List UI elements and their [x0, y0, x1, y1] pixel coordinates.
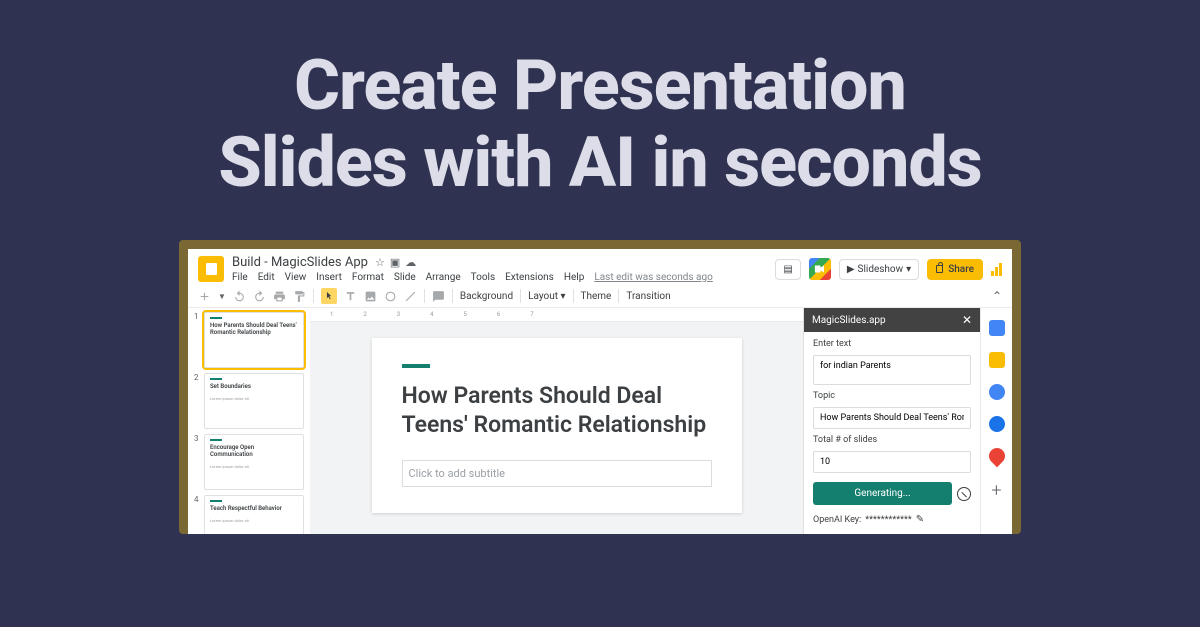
horizontal-ruler: 1234567 [310, 308, 803, 322]
openai-key-value: ************ [865, 515, 912, 525]
theme-button[interactable]: Theme [581, 291, 612, 302]
line-icon[interactable] [404, 290, 417, 303]
cloud-icon[interactable]: ☁ [405, 256, 416, 269]
print-icon[interactable] [273, 290, 286, 303]
close-icon[interactable]: ✕ [962, 313, 972, 327]
thumbnail-item[interactable]: 4 Teach Respectful BehaviorLorem ipsum d… [194, 495, 304, 534]
analytics-icon[interactable] [991, 263, 1002, 276]
side-panel-rail: + [980, 308, 1012, 534]
enter-text-input[interactable]: <!-- populated below --> [813, 355, 971, 385]
plus-icon[interactable] [198, 290, 211, 303]
menu-slide[interactable]: Slide [394, 272, 416, 283]
menu-tools[interactable]: Tools [471, 272, 495, 283]
slides-logo-icon[interactable] [198, 256, 224, 282]
history-icon[interactable] [957, 487, 971, 501]
share-button[interactable]: Share [927, 259, 983, 280]
calendar-icon[interactable] [989, 320, 1005, 336]
menu-format[interactable]: Format [352, 272, 384, 283]
transition-button[interactable]: Transition [626, 291, 670, 302]
thumbnail-panel: 1 How Parents Should Deal Teens' Romanti… [188, 308, 310, 534]
slide-accent-bar [402, 364, 430, 368]
slideshow-button[interactable]: ▶ Slideshow ▾ [839, 259, 919, 280]
generate-button[interactable]: Generating... [813, 482, 952, 505]
add-addon-icon[interactable]: + [991, 480, 1001, 501]
star-icon[interactable]: ☆ [375, 256, 385, 269]
titlebar: Build - MagicSlides App ☆ ▣ ☁ File Edit … [188, 249, 1012, 285]
last-edit-link[interactable]: Last edit was seconds ago [594, 272, 712, 283]
topic-label: Topic [813, 391, 971, 401]
thumbnail-item[interactable]: 2 Set BoundariesLorem ipsum dolor sit [194, 373, 304, 429]
dropdown-icon[interactable]: ▼ [218, 292, 226, 301]
slide-canvas-area: 1234567 How Parents Should Deal Teens' R… [310, 308, 803, 534]
lock-icon [936, 265, 943, 273]
undo-icon[interactable] [233, 290, 246, 303]
menu-edit[interactable]: Edit [258, 272, 275, 283]
document-title[interactable]: Build - MagicSlides App [232, 255, 368, 270]
menu-view[interactable]: View [285, 272, 307, 283]
layout-button[interactable]: Layout ▾ [528, 291, 565, 302]
topic-input[interactable] [813, 407, 971, 429]
move-icon[interactable]: ▣ [390, 256, 400, 269]
magicslides-sidebar: MagicSlides.app ✕ Enter text <!-- popula… [803, 308, 980, 534]
tasks-icon[interactable] [989, 384, 1005, 400]
screenshot-frame: Build - MagicSlides App ☆ ▣ ☁ File Edit … [179, 240, 1021, 534]
enter-text-label: Enter text [813, 339, 971, 349]
openai-key-label: OpenAI Key: [813, 515, 861, 525]
comment-icon[interactable] [432, 290, 445, 303]
textbox-icon[interactable] [344, 290, 357, 303]
cursor-tool[interactable] [321, 288, 337, 304]
menu-arrange[interactable]: Arrange [426, 272, 461, 283]
menubar: File Edit View Insert Format Slide Arran… [232, 272, 767, 283]
slide-subtitle-placeholder[interactable]: Click to add subtitle [402, 460, 712, 487]
keep-icon[interactable] [989, 352, 1005, 368]
menu-help[interactable]: Help [564, 272, 584, 283]
slide-title[interactable]: How Parents Should Deal Teens' Romantic … [402, 382, 712, 440]
total-slides-label: Total # of slides [813, 435, 971, 445]
maps-icon[interactable] [985, 445, 1008, 468]
slide-canvas[interactable]: How Parents Should Deal Teens' Romantic … [372, 338, 742, 513]
comment-history-button[interactable]: ▤ [775, 259, 800, 280]
sidebar-title: MagicSlides.app [812, 315, 886, 326]
meet-button[interactable] [809, 258, 831, 280]
hero-headline: Create Presentation Slides with AI in se… [0, 0, 1200, 240]
thumbnail-item[interactable]: 1 How Parents Should Deal Teens' Romanti… [194, 312, 304, 368]
shape-icon[interactable] [384, 290, 397, 303]
collapse-up-icon[interactable]: ⌃ [992, 289, 1002, 303]
background-button[interactable]: Background [460, 291, 513, 302]
menu-file[interactable]: File [232, 272, 248, 283]
thumbnail-item[interactable]: 3 Encourage Open CommunicationLorem ipsu… [194, 434, 304, 490]
menu-insert[interactable]: Insert [316, 272, 342, 283]
edit-icon[interactable]: ✎ [916, 514, 924, 525]
google-slides-app: Build - MagicSlides App ☆ ▣ ☁ File Edit … [188, 249, 1012, 534]
menu-extensions[interactable]: Extensions [505, 272, 554, 283]
paint-icon[interactable] [293, 290, 306, 303]
contacts-icon[interactable] [989, 416, 1005, 432]
image-icon[interactable] [364, 290, 377, 303]
total-slides-input[interactable] [813, 451, 971, 473]
redo-icon[interactable] [253, 290, 266, 303]
toolbar: ▼ Background Layout ▾ Theme Transition ⌃ [188, 285, 1012, 308]
